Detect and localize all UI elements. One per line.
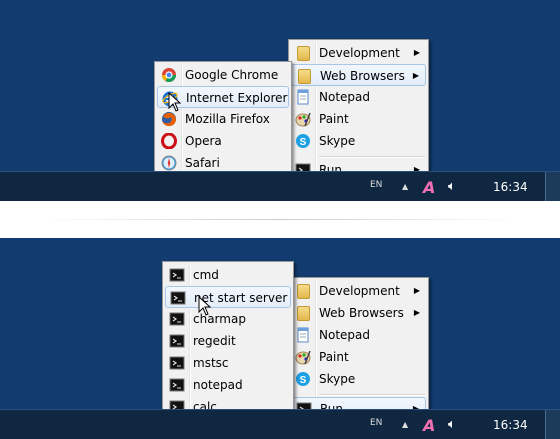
menu-item-label: Mozilla Firefox: [185, 112, 270, 126]
show-desktop-button[interactable]: [545, 172, 560, 201]
show-hidden-icons-icon[interactable]: ▲: [402, 410, 408, 439]
menu-item-notepad[interactable]: Notepad: [291, 86, 426, 108]
menu-item-web-browsers[interactable]: Web Browsers ▶: [291, 302, 426, 324]
terminal-icon: [170, 290, 186, 306]
skype-icon: S: [295, 133, 311, 149]
menu-item-label: Notepad: [319, 328, 370, 342]
terminal-icon: [169, 311, 185, 327]
launcher-menu: Development ▶ Web Browsers ▶ Notepad Pai…: [288, 39, 429, 186]
menu-item-label: Skype: [319, 134, 356, 148]
show-hidden-icons-icon[interactable]: ▲: [402, 172, 408, 201]
terminal-icon: [169, 377, 185, 393]
safari-icon: [161, 155, 177, 171]
divider: [0, 201, 560, 238]
menu-item-development[interactable]: Development ▶: [291, 42, 426, 64]
clock[interactable]: 16:34: [493, 172, 528, 201]
paint-icon: [295, 111, 311, 127]
folder-icon: [297, 284, 310, 299]
menu-item-label: Paint: [319, 350, 349, 364]
mouse-cursor-icon: [198, 296, 212, 316]
menu-item-notepad[interactable]: Notepad: [291, 324, 426, 346]
firefox-icon: [161, 111, 177, 127]
skype-icon: S: [295, 371, 311, 387]
menu-item-development[interactable]: Development ▶: [291, 280, 426, 302]
desktop-panel-top: Development ▶ Web Browsers ▶ Notepad Pai…: [0, 0, 560, 201]
menu-item-label: notepad: [193, 378, 243, 392]
launcher-menu: Development ▶ Web Browsers ▶ Notepad Pai…: [288, 277, 429, 424]
show-desktop-button[interactable]: [545, 410, 560, 439]
mouse-cursor-icon: [168, 92, 182, 112]
folder-icon: [297, 46, 310, 61]
chrome-icon: [161, 67, 177, 83]
volume-icon[interactable]: 🔈︎: [448, 172, 456, 201]
menu-item-label: Opera: [185, 134, 222, 148]
menu-item-regedit[interactable]: regedit: [165, 330, 291, 352]
menu-item-label: Web Browsers: [320, 69, 405, 83]
terminal-icon: [169, 267, 185, 283]
language-indicator[interactable]: EN: [370, 178, 382, 201]
menu-item-label: regedit: [193, 334, 236, 348]
launcher-tray-icon[interactable]: A: [421, 172, 439, 201]
menu-item-web-browsers[interactable]: Web Browsers ▶: [291, 64, 426, 86]
taskbar: EN ▲ A 🔈︎ 16:34: [0, 171, 560, 201]
menu-item-skype[interactable]: S Skype: [291, 368, 426, 390]
menu-item-charmap[interactable]: charmap: [165, 308, 291, 330]
web-browsers-submenu: Google Chrome Internet Explorer Mozilla …: [154, 61, 292, 177]
menu-item-label: cmd: [193, 268, 219, 282]
menu-item-cmd[interactable]: cmd: [165, 264, 291, 286]
notepad-icon: [295, 327, 311, 343]
clock[interactable]: 16:34: [493, 410, 528, 439]
language-indicator[interactable]: EN: [370, 416, 382, 439]
terminal-icon: [169, 333, 185, 349]
svg-text:A: A: [421, 178, 435, 197]
volume-icon[interactable]: 🔈︎: [448, 410, 456, 439]
opera-icon: [161, 132, 177, 150]
notepad-icon: [295, 89, 311, 105]
svg-text:S: S: [300, 137, 307, 148]
menu-item-label: Skype: [319, 372, 356, 386]
submenu-arrow-icon: ▶: [412, 71, 419, 80]
svg-text:S: S: [300, 375, 307, 386]
menu-item-label: Web Browsers: [319, 306, 404, 320]
run-submenu: cmd net start server charmap regedit mst…: [162, 261, 294, 421]
menu-item-label: Development: [319, 46, 400, 60]
menu-item-label: Notepad: [319, 90, 370, 104]
menu-item-label: Paint: [319, 112, 349, 126]
launcher-tray-icon[interactable]: A: [421, 410, 439, 439]
menu-item-opera[interactable]: Opera: [157, 130, 289, 152]
folder-icon: [297, 306, 310, 321]
menu-separator: [319, 394, 425, 396]
taskbar: EN ▲ A 🔈︎ 16:34: [0, 409, 560, 439]
menu-item-label: mstsc: [193, 356, 229, 370]
menu-item-skype[interactable]: S Skype: [291, 130, 426, 152]
svg-text:A: A: [421, 416, 435, 435]
desktop-panel-bottom: Development ▶ Web Browsers ▶ Notepad Pai…: [0, 238, 560, 439]
terminal-icon: [169, 355, 185, 371]
menu-item-mstsc[interactable]: mstsc: [165, 352, 291, 374]
menu-item-label: Internet Explorer: [186, 91, 288, 105]
menu-item-label: Google Chrome: [185, 68, 279, 82]
menu-separator: [319, 156, 425, 158]
menu-item-label: Development: [319, 284, 400, 298]
menu-item-google-chrome[interactable]: Google Chrome: [157, 64, 289, 86]
folder-icon: [298, 69, 311, 84]
paint-icon: [295, 349, 311, 365]
submenu-arrow-icon: ▶: [413, 286, 420, 295]
menu-item-paint[interactable]: Paint: [291, 108, 426, 130]
menu-item-notepad-cmd[interactable]: notepad: [165, 374, 291, 396]
menu-item-paint[interactable]: Paint: [291, 346, 426, 368]
submenu-arrow-icon: ▶: [413, 48, 420, 57]
submenu-arrow-icon: ▶: [413, 308, 420, 317]
menu-item-net-start-server[interactable]: net start server: [165, 286, 291, 308]
